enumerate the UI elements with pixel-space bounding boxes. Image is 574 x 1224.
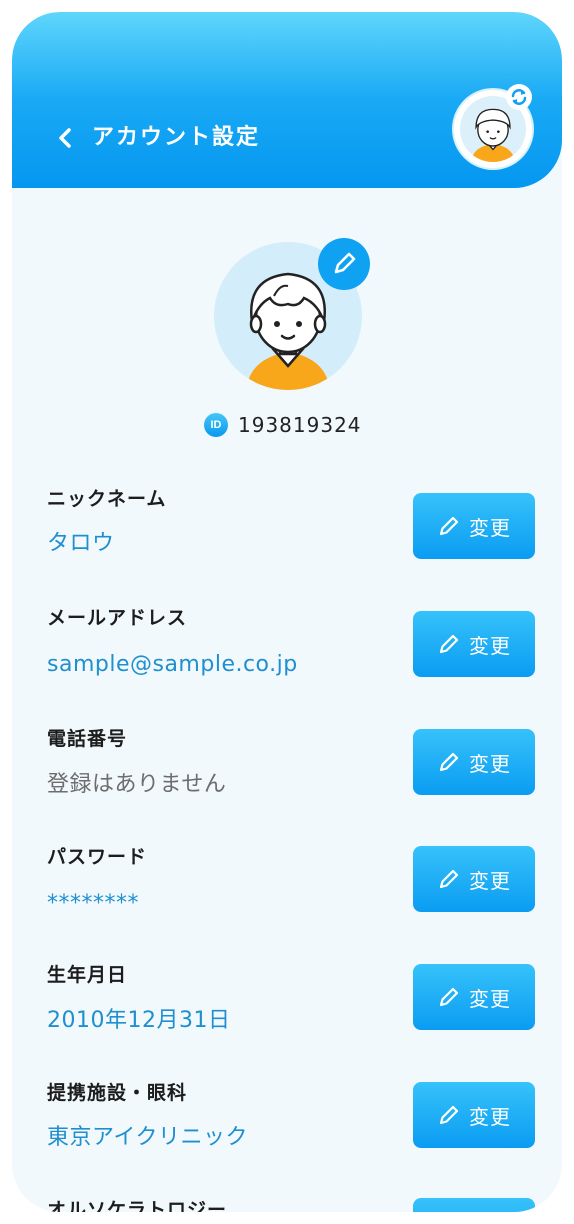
pencil-icon: [439, 1105, 459, 1125]
account-settings-screen: アカウント設定 ID 193819324 ニックネーム タロウ 変更 メールアド…: [12, 12, 562, 1212]
change-button-label: 変更: [469, 868, 511, 893]
user-id-row: ID 193819324: [204, 410, 362, 440]
birthdate-value: 2010年12月31日: [47, 1008, 231, 1033]
change-button-label: 変更: [469, 1104, 511, 1129]
change-button-label: 変更: [469, 986, 511, 1011]
email-label: メールアドレス: [47, 607, 188, 629]
change-nickname-button[interactable]: 変更: [413, 493, 535, 559]
password-label: パスワード: [47, 846, 148, 868]
change-phone-button[interactable]: 変更: [413, 729, 535, 795]
ortho-k-label: オルソケラトロジー: [47, 1199, 228, 1212]
change-clinic-button[interactable]: 変更: [413, 1082, 535, 1148]
pencil-icon: [439, 752, 459, 772]
nickname-label: ニックネーム: [47, 488, 167, 510]
edit-avatar-button[interactable]: [318, 238, 370, 290]
change-birthdate-button[interactable]: 変更: [413, 964, 535, 1030]
page-title: アカウント設定: [92, 125, 261, 150]
change-button-label: 変更: [469, 515, 511, 540]
clinic-value: 東京アイクリニック: [47, 1125, 248, 1150]
pencil-icon: [334, 252, 356, 274]
change-ortho-k-button[interactable]: [413, 1198, 535, 1212]
id-badge-icon: ID: [204, 413, 228, 437]
change-password-button[interactable]: 変更: [413, 846, 535, 912]
nickname-value: タロウ: [47, 531, 115, 556]
header-bar: アカウント設定: [12, 12, 562, 188]
sync-icon: [511, 89, 527, 105]
change-button-label: 変更: [469, 751, 511, 776]
pencil-icon: [439, 516, 459, 536]
user-id-value: 193819324: [238, 413, 362, 437]
sync-badge[interactable]: [506, 84, 532, 110]
phone-value: 登録はありません: [47, 772, 227, 797]
pencil-icon: [439, 987, 459, 1007]
change-email-button[interactable]: 変更: [413, 611, 535, 677]
phone-label: 電話番号: [47, 728, 128, 750]
email-value: sample@sample.co.jp: [47, 652, 298, 677]
pencil-icon: [439, 869, 459, 889]
birthdate-label: 生年月日: [47, 964, 128, 986]
chevron-left-icon[interactable]: [52, 124, 80, 152]
clinic-label: 提携施設・眼科: [47, 1082, 188, 1104]
change-button-label: 変更: [469, 633, 511, 658]
pencil-icon: [439, 634, 459, 654]
password-value: ********: [47, 891, 139, 916]
